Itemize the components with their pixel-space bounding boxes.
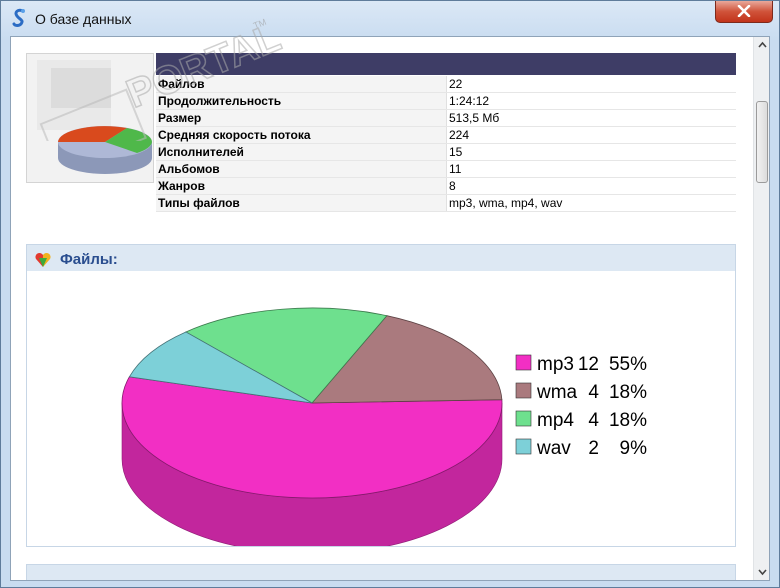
property-value: 1:24:12 bbox=[446, 92, 736, 110]
table-row: Исполнителей 15 bbox=[156, 143, 736, 161]
legend-swatch-wma bbox=[515, 382, 532, 399]
table-row: Альбомов 11 bbox=[156, 160, 736, 178]
scrollbar-thumb[interactable] bbox=[756, 101, 768, 183]
legend-swatch-wav bbox=[515, 438, 532, 455]
table-row: Файлов 22 bbox=[156, 76, 736, 93]
about-database-window: О базе данных Файлов 22 Продолжительность… bbox=[0, 0, 780, 588]
database-chart-icon bbox=[37, 60, 152, 174]
legend-percent-mp3: 55% bbox=[609, 354, 647, 375]
legend-count-mp3: 12 bbox=[578, 354, 599, 375]
property-label: Файлов bbox=[156, 76, 447, 93]
property-value: 15 bbox=[446, 143, 736, 161]
property-value: 11 bbox=[446, 160, 736, 178]
table-row: Жанров 8 bbox=[156, 177, 736, 195]
properties-header bbox=[156, 53, 736, 75]
legend-percent-wma: 18% bbox=[609, 382, 647, 403]
legend-count-mp4: 4 bbox=[588, 410, 599, 431]
table-row: Продолжительность 1:24:12 bbox=[156, 92, 736, 110]
legend-label-wma: wma bbox=[536, 382, 578, 403]
chevron-up-icon bbox=[758, 41, 767, 48]
files-section: Файлы: mp3 12 55% wma 4 18% mp4 4 18% wav 2 9% bbox=[26, 244, 736, 547]
properties-table: Файлов 22 Продолжительность 1:24:12 Размер… bbox=[156, 76, 736, 212]
property-label: Альбомов bbox=[156, 160, 447, 178]
legend-swatch-mp4 bbox=[515, 410, 532, 427]
table-row: Типы файлов mp3, wma, mp4, wav bbox=[156, 194, 736, 212]
property-value: 224 bbox=[446, 126, 736, 144]
property-label: Размер bbox=[156, 109, 447, 127]
table-row: Средняя скорость потока 224 bbox=[156, 126, 736, 144]
property-value: 513,5 Мб bbox=[446, 109, 736, 127]
legend-percent-wav: 9% bbox=[620, 438, 648, 459]
files-pie-chart: mp3 12 55% wma 4 18% mp4 4 18% wav 2 9% bbox=[121, 307, 648, 546]
property-label: Исполнителей bbox=[156, 143, 447, 161]
legend-label-mp4: mp4 bbox=[537, 410, 574, 431]
property-value: 22 bbox=[446, 76, 736, 93]
window-title: О базе данных bbox=[35, 11, 132, 27]
table-row: Размер 513,5 Мб bbox=[156, 109, 736, 127]
legend-percent-mp4: 18% bbox=[609, 410, 647, 431]
next-section-header[interactable] bbox=[26, 564, 736, 580]
property-label: Типы файлов bbox=[156, 194, 447, 212]
chevron-down-icon bbox=[758, 569, 767, 576]
vertical-scrollbar[interactable] bbox=[753, 37, 769, 580]
property-label: Средняя скорость потока bbox=[156, 126, 447, 144]
content-area: Файлов 22 Продолжительность 1:24:12 Размер… bbox=[10, 36, 770, 581]
scroll-up-button[interactable] bbox=[754, 37, 769, 54]
legend-label-mp3: mp3 bbox=[537, 354, 574, 375]
scroll-down-button[interactable] bbox=[754, 563, 769, 580]
database-pie-image bbox=[26, 53, 154, 183]
legend-count-wma: 4 bbox=[588, 382, 599, 403]
property-label: Продолжительность bbox=[156, 92, 447, 110]
close-icon bbox=[737, 5, 751, 17]
app-icon bbox=[12, 8, 25, 27]
property-label: Жанров bbox=[156, 177, 447, 195]
close-button[interactable] bbox=[715, 1, 773, 23]
legend-label-wav: wav bbox=[536, 438, 571, 459]
legend-count-wav: 2 bbox=[588, 438, 599, 459]
property-value: mp3, wma, mp4, wav bbox=[446, 194, 736, 212]
legend-swatch-mp3 bbox=[515, 354, 532, 371]
property-value: 8 bbox=[446, 177, 736, 195]
title-bar[interactable]: О базе данных bbox=[1, 1, 779, 35]
